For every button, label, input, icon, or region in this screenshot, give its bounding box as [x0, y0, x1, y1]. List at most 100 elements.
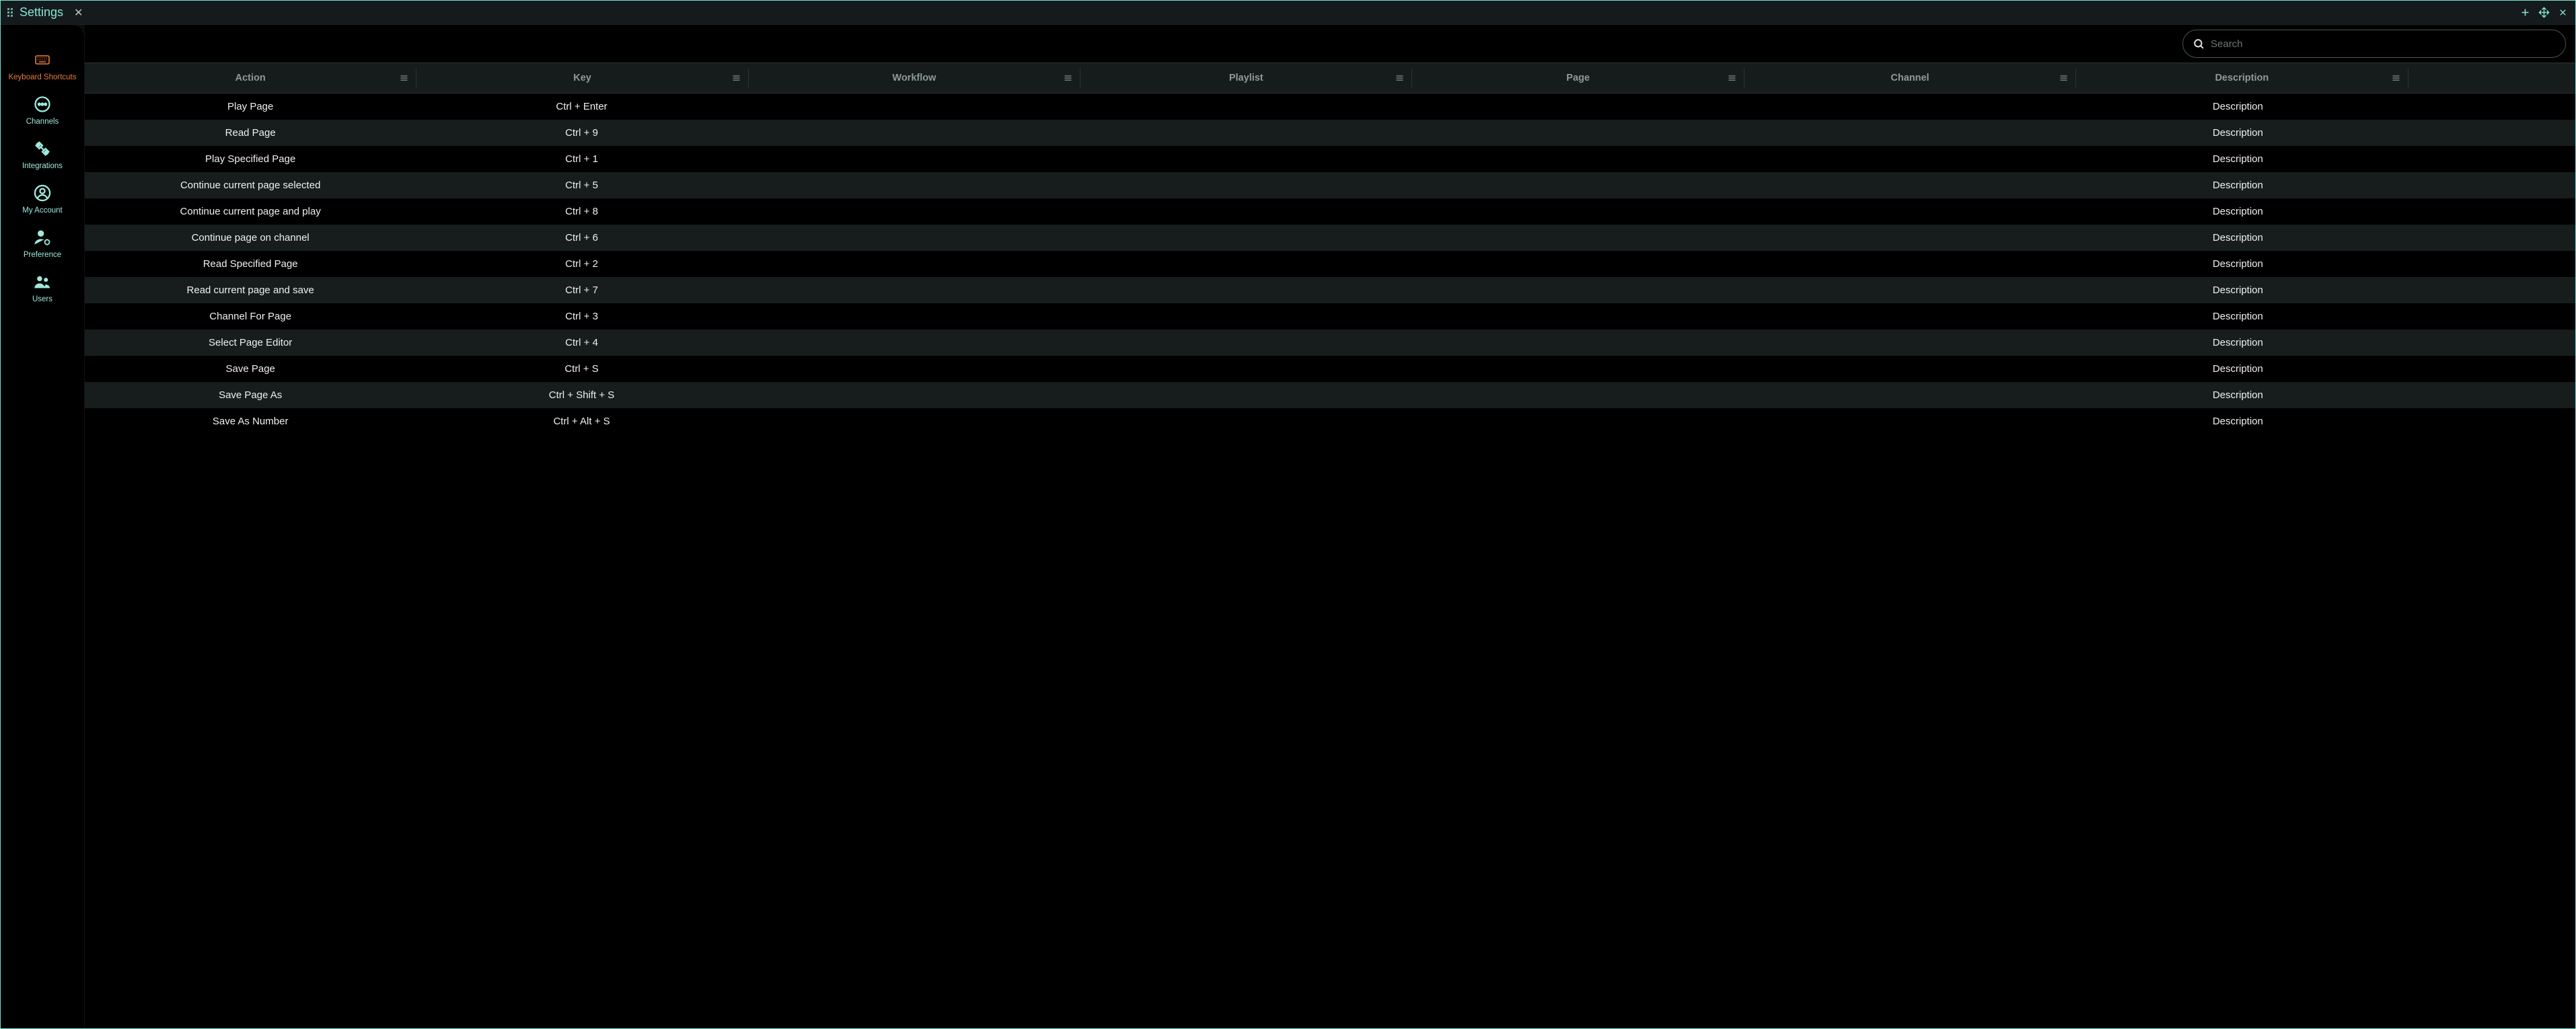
sidebar-item-my-account[interactable]: My Account — [1, 181, 84, 216]
grid-header: Action Key Workflow PlaylistPage Channel Desc… — [85, 63, 2575, 93]
add-button[interactable] — [2519, 7, 2531, 19]
table-row[interactable]: Save As NumberCtrl + Alt + SDescription — [85, 408, 2575, 434]
cell-workflow — [747, 172, 1078, 198]
cell-playlist — [1078, 93, 1409, 120]
cell-description: Description — [2072, 225, 2403, 251]
cell-page — [1409, 172, 1740, 198]
cell-page — [1409, 277, 1740, 303]
cell-action: Read Page — [85, 120, 416, 146]
plug-icon — [32, 138, 53, 159]
table-row[interactable]: Read current page and saveCtrl + 7Descri… — [85, 277, 2575, 303]
table-row[interactable]: Play PageCtrl + EnterDescription — [85, 93, 2575, 120]
column-header-playlist[interactable]: Playlist — [1080, 63, 1411, 93]
sidebar-item-channels[interactable]: Channels — [1, 92, 84, 127]
column-menu-icon[interactable] — [731, 73, 741, 83]
cell-action: Play Specified Page — [85, 146, 416, 172]
table-row[interactable]: Save PageCtrl + SDescription — [85, 356, 2575, 382]
grip-icon[interactable] — [7, 8, 13, 17]
titlebar-right — [2519, 7, 2569, 19]
sidebar-item-label: Users — [32, 295, 52, 303]
cell-page — [1409, 120, 1740, 146]
cell-description: Description — [2072, 408, 2403, 434]
column-menu-icon[interactable] — [2391, 73, 2401, 83]
window-title: Settings — [20, 5, 63, 20]
cell-page — [1409, 356, 1740, 382]
table-row[interactable]: Save Page AsCtrl + Shift + SDescription — [85, 382, 2575, 408]
cell-channel — [1741, 356, 2072, 382]
cell-action: Play Page — [85, 93, 416, 120]
column-menu-icon[interactable] — [1395, 73, 1405, 83]
cell-page — [1409, 251, 1740, 277]
column-header-label: Channel — [1890, 73, 1929, 83]
cell-description: Description — [2072, 356, 2403, 382]
cell-channel — [1741, 251, 2072, 277]
table-row[interactable]: Play Specified PageCtrl + 1Description — [85, 146, 2575, 172]
close-tab-button[interactable]: ✕ — [70, 6, 87, 20]
cell-page — [1409, 93, 1740, 120]
cell-key: Ctrl + 7 — [416, 277, 747, 303]
table-row[interactable]: Continue page on channelCtrl + 6Descript… — [85, 225, 2575, 251]
person-gear-icon — [32, 227, 53, 248]
cell-playlist — [1078, 225, 1409, 251]
column-menu-icon[interactable] — [2059, 73, 2069, 83]
cell-key: Ctrl + 5 — [416, 172, 747, 198]
search-input[interactable] — [2211, 38, 2556, 50]
main-panel: Action Key Workflow PlaylistPage Channel Desc… — [85, 25, 2575, 1028]
move-icon[interactable] — [2538, 7, 2550, 19]
sidebar-item-integrations[interactable]: Integrations — [1, 137, 84, 172]
cell-channel — [1741, 93, 2072, 120]
cell-playlist — [1078, 382, 1409, 408]
cell-description: Description — [2072, 330, 2403, 356]
people-icon — [32, 271, 53, 293]
column-header-workflow[interactable]: Workflow — [749, 63, 1080, 93]
cell-description: Description — [2072, 120, 2403, 146]
cell-workflow — [747, 198, 1078, 225]
table-row[interactable]: Select Page EditorCtrl + 4Description — [85, 330, 2575, 356]
cell-key: Ctrl + 9 — [416, 120, 747, 146]
cell-playlist — [1078, 356, 1409, 382]
table-row[interactable]: Continue current page selectedCtrl + 5De… — [85, 172, 2575, 198]
column-header-label: Workflow — [892, 73, 936, 83]
cell-key: Ctrl + 4 — [416, 330, 747, 356]
titlebar: Settings ✕ — [1, 1, 2575, 25]
body: Keyboard Shortcuts Channels Integrations My… — [1, 25, 2575, 1028]
cell-action: Continue current page and play — [85, 198, 416, 225]
column-header-action[interactable]: Action — [85, 63, 416, 93]
sidebar: Keyboard Shortcuts Channels Integrations My… — [1, 25, 85, 1028]
cell-workflow — [747, 146, 1078, 172]
account-circle-icon — [32, 182, 53, 204]
close-window-button[interactable] — [2556, 7, 2569, 19]
cell-page — [1409, 303, 1740, 330]
column-menu-icon[interactable] — [1727, 73, 1737, 83]
cell-playlist — [1078, 172, 1409, 198]
sidebar-item-label: Integrations — [22, 162, 63, 170]
column-header-key[interactable]: Key — [416, 63, 747, 93]
cell-playlist — [1078, 120, 1409, 146]
column-header-channel[interactable]: Channel — [1744, 63, 2075, 93]
column-header-label: Action — [235, 73, 266, 83]
sidebar-item-keyboard-shortcuts[interactable]: Keyboard Shortcuts — [1, 48, 84, 83]
table-row[interactable]: Read PageCtrl + 9 Description — [85, 120, 2575, 146]
table-row[interactable]: Read Specified PageCtrl + 2Description — [85, 251, 2575, 277]
cell-description: Description — [2072, 382, 2403, 408]
sidebar-item-preference[interactable]: Preference — [1, 225, 84, 260]
column-header-description[interactable]: Description — [2076, 63, 2407, 93]
cell-channel — [1741, 408, 2072, 434]
column-menu-icon[interactable] — [1063, 73, 1073, 83]
table-row[interactable]: Continue current page and playCtrl + 8De… — [85, 198, 2575, 225]
cell-workflow — [747, 382, 1078, 408]
cell-workflow — [747, 330, 1078, 356]
cell-channel — [1741, 303, 2072, 330]
sidebar-item-users[interactable]: Users — [1, 270, 84, 305]
column-header-page[interactable]: Page — [1412, 63, 1743, 93]
column-menu-icon[interactable] — [399, 73, 409, 83]
cell-action: Continue current page selected — [85, 172, 416, 198]
table-row[interactable]: Channel For PageCtrl + 3Description — [85, 303, 2575, 330]
cell-workflow — [747, 303, 1078, 330]
cell-channel — [1741, 198, 2072, 225]
search-box[interactable] — [2182, 30, 2566, 58]
cell-workflow — [747, 277, 1078, 303]
cell-description: Description — [2072, 303, 2403, 330]
cell-workflow — [747, 408, 1078, 434]
keyboard-icon — [32, 49, 53, 71]
